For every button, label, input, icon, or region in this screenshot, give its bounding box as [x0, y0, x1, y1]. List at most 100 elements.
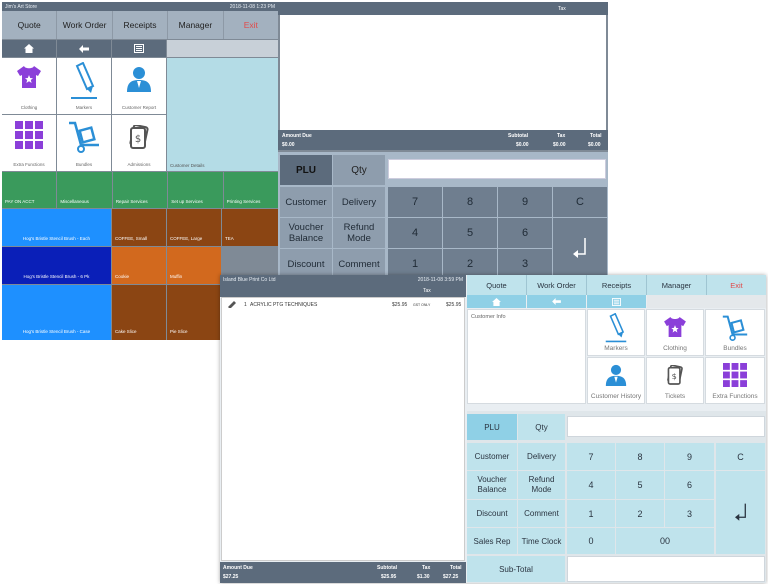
- back-button[interactable]: [57, 40, 111, 57]
- category-set-up-services[interactable]: Set up Services: [168, 172, 223, 208]
- tile-clothing[interactable]: Clothing: [2, 58, 56, 114]
- qty-button[interactable]: Qty: [518, 414, 565, 440]
- back-button[interactable]: [527, 295, 586, 308]
- menu-receipts[interactable]: Receipts: [112, 11, 168, 39]
- key-4[interactable]: 4: [388, 218, 442, 248]
- product-pie-slice[interactable]: Pie Slice: [167, 285, 221, 340]
- receipt-totals: Amount Due Subtotal Tax Total $27.25 $25…: [220, 562, 466, 583]
- entry-field[interactable]: [388, 159, 606, 179]
- key-9[interactable]: 9: [498, 187, 552, 217]
- key-1[interactable]: 1: [567, 500, 615, 527]
- comment-button[interactable]: Comment: [518, 500, 565, 527]
- enter-button[interactable]: [716, 471, 765, 554]
- keyboard-icon: [612, 297, 621, 306]
- tile-extra-functions[interactable]: Extra Functions: [2, 115, 56, 171]
- tile-extra-functions[interactable]: Extra Functions: [705, 357, 765, 404]
- key-0[interactable]: 0: [567, 528, 615, 554]
- key-6[interactable]: 6: [498, 218, 552, 248]
- category-pay-on-acct[interactable]: PAY ON ACCT: [2, 172, 57, 208]
- refund-mode-button[interactable]: Refund Mode: [518, 471, 565, 499]
- menu-quote[interactable]: Quote: [2, 11, 57, 39]
- amount-due-label: Amount Due: [223, 565, 253, 571]
- key-00[interactable]: 00: [616, 528, 714, 554]
- product-stencil-brush-case[interactable]: Hog's Bristle Stencil Brush - Case: [2, 285, 111, 340]
- tile-label: Customer Report: [121, 105, 157, 110]
- key-7[interactable]: 7: [567, 443, 615, 470]
- product-cake-slice[interactable]: Cake Slice: [112, 285, 166, 340]
- tile-clothing[interactable]: Clothing: [646, 309, 704, 356]
- key-clear[interactable]: C: [553, 187, 607, 217]
- key-5[interactable]: 5: [443, 218, 497, 248]
- menu-manager[interactable]: Manager: [647, 275, 706, 295]
- enter-button[interactable]: [553, 218, 607, 280]
- product-stencil-brush-6pk[interactable]: Hog's Bristle Stencil Brush - 6 Pk: [2, 247, 111, 284]
- key-9[interactable]: 9: [665, 443, 714, 470]
- home-button[interactable]: [2, 40, 56, 57]
- product-tea[interactable]: TEA: [222, 209, 278, 246]
- menu-bar: Quote Work Order Receipts Manager Exit: [2, 11, 279, 39]
- tile-markers[interactable]: Markers: [57, 58, 111, 114]
- plu-button[interactable]: PLU: [467, 414, 517, 440]
- menu-manager[interactable]: Manager: [168, 11, 223, 39]
- menu-work-order[interactable]: Work Order: [57, 11, 112, 39]
- key-7[interactable]: 7: [388, 187, 442, 217]
- tile-admissions[interactable]: $ Admissions: [112, 115, 166, 171]
- line-price: $25.95: [392, 302, 408, 308]
- product-coffee-large[interactable]: COFFEE, Large: [167, 209, 221, 246]
- product-stencil-brush-each[interactable]: Hog's Bristle Stencil Brush - Each: [2, 209, 111, 246]
- time-clock-button[interactable]: Time Clock: [518, 528, 565, 554]
- keyboard-button[interactable]: [112, 40, 166, 57]
- product-coffee-small[interactable]: COFFEE, Small: [112, 209, 166, 246]
- delivery-button[interactable]: Delivery: [518, 443, 565, 470]
- tile-bundles[interactable]: Bundles: [57, 115, 111, 171]
- sales-rep-button[interactable]: Sales Rep: [467, 528, 517, 554]
- person-icon: [588, 364, 644, 386]
- key-8[interactable]: 8: [443, 187, 497, 217]
- key-3[interactable]: 3: [665, 500, 714, 527]
- tile-customer-report[interactable]: Customer Report: [112, 58, 166, 114]
- product-muffin[interactable]: Muffin: [167, 247, 221, 284]
- back-arrow-icon: [79, 44, 89, 53]
- entry-field[interactable]: [567, 416, 765, 437]
- tile-customer-history[interactable]: Customer History: [587, 357, 645, 404]
- key-2[interactable]: 2: [616, 500, 664, 527]
- amount-due-label: Amount Due: [282, 133, 312, 139]
- tile-tickets[interactable]: $ Tickets: [646, 357, 704, 404]
- keyboard-button[interactable]: [587, 295, 646, 308]
- tile-bundles[interactable]: Bundles: [705, 309, 765, 356]
- key-8[interactable]: 8: [616, 443, 664, 470]
- marker-icon: [588, 313, 644, 343]
- product-cookie[interactable]: Cookie: [112, 247, 166, 284]
- home-button[interactable]: [467, 295, 526, 308]
- menu-exit[interactable]: Exit: [223, 11, 279, 39]
- category-printing-services[interactable]: Printing Services: [223, 172, 279, 208]
- menu-exit[interactable]: Exit: [707, 275, 766, 295]
- key-4[interactable]: 4: [567, 471, 615, 499]
- refund-mode-button[interactable]: Refund Mode: [333, 218, 385, 248]
- qty-button[interactable]: Qty: [333, 155, 385, 185]
- grid-icon: [2, 121, 56, 149]
- category-label: Miscellaneous: [60, 199, 89, 204]
- customer-button[interactable]: Customer: [280, 187, 332, 217]
- key-5[interactable]: 5: [616, 471, 664, 499]
- category-repair-services[interactable]: Repair Services: [112, 172, 168, 208]
- key-6[interactable]: 6: [665, 471, 714, 499]
- voucher-balance-button[interactable]: Voucher Balance: [467, 471, 517, 499]
- pencil-icon[interactable]: [227, 301, 236, 308]
- menu-bar: Quote Work Order Receipts Manager Exit: [467, 275, 766, 295]
- voucher-balance-button[interactable]: Voucher Balance: [280, 218, 332, 248]
- line-item[interactable]: 1 ACRYLIC PTG TECHNIQUES $25.95 GST ONLY…: [222, 300, 464, 310]
- category-miscellaneous[interactable]: Miscellaneous: [57, 172, 112, 208]
- tile-markers[interactable]: Markers: [587, 309, 645, 356]
- plu-button[interactable]: PLU: [280, 155, 332, 185]
- key-clear[interactable]: C: [716, 443, 765, 470]
- menu-quote[interactable]: Quote: [467, 275, 526, 295]
- menu-receipts[interactable]: Receipts: [587, 275, 646, 295]
- menu-work-order[interactable]: Work Order: [527, 275, 586, 295]
- customer-button[interactable]: Customer: [467, 443, 517, 470]
- discount-button[interactable]: Discount: [467, 500, 517, 527]
- delivery-button[interactable]: Delivery: [333, 187, 385, 217]
- category-label: Repair Services: [115, 199, 148, 204]
- enter-icon: [734, 503, 746, 521]
- sub-total-button[interactable]: Sub-Total: [467, 556, 565, 582]
